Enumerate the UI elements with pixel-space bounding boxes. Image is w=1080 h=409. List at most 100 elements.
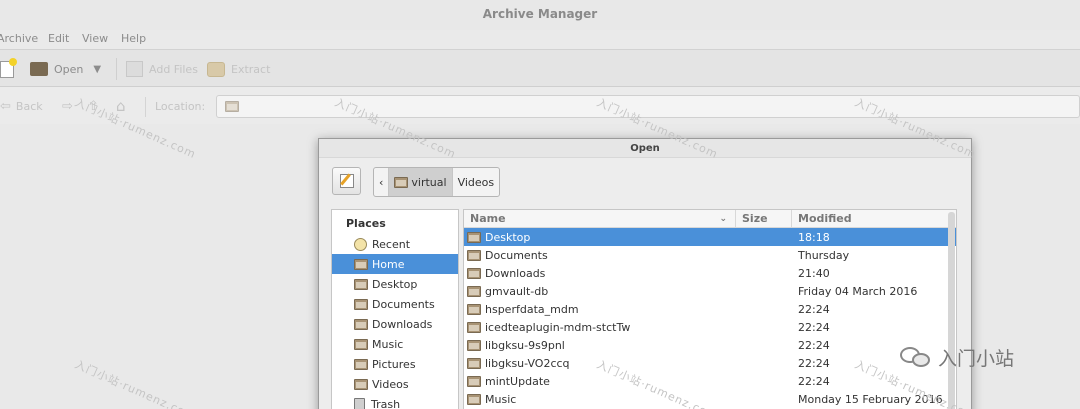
chevron-down-icon[interactable]: ▼ <box>93 64 101 75</box>
file-modified: 22:24 <box>798 302 830 316</box>
file-modified: 21:40 <box>798 266 830 280</box>
open-button[interactable]: Open ▼ <box>30 58 101 80</box>
place-documents[interactable]: Documents <box>332 294 458 314</box>
location-label: Location: <box>155 99 206 113</box>
back-arrow-icon: ⇦ <box>0 98 11 114</box>
forward-arrow-icon: ⇨ <box>62 98 73 114</box>
file-row[interactable]: Documents Thursday <box>464 246 956 264</box>
file-modified: 22:24 <box>798 320 830 334</box>
file-name: gmvault-db <box>485 284 549 298</box>
place-pictures[interactable]: Pictures <box>332 354 458 374</box>
menu-bar: Archive Edit View Help <box>0 30 1080 49</box>
place-music[interactable]: Music <box>332 334 458 354</box>
folder-icon <box>467 375 481 387</box>
column-name[interactable]: Name ⌄ <box>464 210 736 227</box>
extract-button[interactable]: Extract <box>207 58 270 80</box>
chevron-left-icon: ‹ <box>379 175 384 189</box>
place-label: Pictures <box>372 357 416 371</box>
column-size[interactable]: Size <box>736 210 792 227</box>
forward-button[interactable]: ⇨ <box>62 95 73 117</box>
place-label: Trash <box>371 397 401 409</box>
menu-view[interactable]: View <box>82 32 108 45</box>
column-size-label: Size <box>742 212 768 225</box>
path-item-virtual[interactable]: virtual <box>389 168 453 196</box>
new-archive-button[interactable] <box>0 57 17 80</box>
new-document-icon <box>0 57 17 78</box>
folder-icon <box>225 101 239 112</box>
file-modified: 22:24 <box>798 356 830 370</box>
file-modified: 18:18 <box>798 230 830 244</box>
file-name: Desktop <box>485 230 531 244</box>
file-name: Documents <box>485 248 548 262</box>
file-list-scrollbar[interactable] <box>948 212 955 409</box>
wechat-icon <box>900 346 932 369</box>
file-name: icedteaplugin-mdm-stctTw <box>485 320 631 334</box>
watermark-badge: 入门小站 <box>900 344 1014 371</box>
place-label: Documents <box>372 297 435 311</box>
folder-icon <box>354 298 368 310</box>
folder-icon <box>467 339 481 351</box>
path-item-videos[interactable]: Videos <box>453 168 500 196</box>
file-name: hsperfdata_mdm <box>485 302 579 316</box>
place-label: Recent <box>372 237 411 251</box>
file-modified: Thursday <box>798 248 850 262</box>
open-label: Open <box>54 62 84 76</box>
folder-icon <box>354 378 368 390</box>
menu-archive[interactable]: Archive <box>0 32 38 45</box>
clock-icon <box>354 237 367 251</box>
menu-edit[interactable]: Edit <box>48 32 69 45</box>
place-home[interactable]: Home <box>332 254 458 274</box>
trash-icon <box>354 397 365 409</box>
folder-icon <box>467 393 481 405</box>
extract-label: Extract <box>231 62 271 76</box>
file-name: Downloads <box>485 266 546 280</box>
file-row[interactable]: hsperfdata_mdm 22:24 <box>464 300 956 318</box>
folder-icon <box>467 249 481 261</box>
place-label: Desktop <box>372 277 418 291</box>
watermark-badge-text: 入门小站 <box>938 348 1015 370</box>
folder-icon <box>467 357 481 369</box>
window-title: Archive Manager <box>0 0 1080 30</box>
add-files-button[interactable]: Add Files <box>126 58 198 80</box>
column-modified[interactable]: Modified <box>792 210 956 227</box>
folder-icon <box>354 338 368 350</box>
place-downloads[interactable]: Downloads <box>332 314 458 334</box>
file-list-header: Name ⌄ Size Modified <box>464 210 956 228</box>
place-trash[interactable]: Trash <box>332 394 458 409</box>
folder-icon <box>467 321 481 333</box>
folder-icon <box>467 231 481 243</box>
open-archive-icon <box>30 62 48 76</box>
home-folder-icon <box>394 176 409 188</box>
back-button[interactable]: ⇦ Back <box>0 95 43 117</box>
place-recent[interactable]: Recent <box>332 234 458 254</box>
add-files-icon <box>126 61 143 77</box>
column-modified-label: Modified <box>798 212 852 225</box>
type-location-button[interactable] <box>332 167 361 195</box>
file-row[interactable]: Downloads 21:40 <box>464 264 956 282</box>
place-desktop[interactable]: Desktop <box>332 274 458 294</box>
path-back-button[interactable]: ‹ <box>374 168 390 196</box>
file-row[interactable]: icedteaplugin-mdm-stctTw 22:24 <box>464 318 956 336</box>
file-modified: Friday 04 March 2016 <box>798 284 918 298</box>
file-row[interactable]: gmvault-db Friday 04 March 2016 <box>464 282 956 300</box>
place-videos[interactable]: Videos <box>332 374 458 394</box>
file-name: Music <box>485 392 517 406</box>
path-bar: ‹ virtual Videos <box>373 167 501 197</box>
file-name: libgksu-9s9pnl <box>485 338 565 352</box>
location-bar: ⇦ Back ⇨ ⇧ ⌂ Location: <box>0 88 1080 124</box>
folder-icon <box>354 318 368 330</box>
folder-icon <box>467 303 481 315</box>
add-files-label: Add Files <box>149 62 198 76</box>
folder-icon <box>354 358 368 370</box>
sort-chevron-icon: ⌄ <box>719 213 727 224</box>
home-folder-icon <box>354 258 368 270</box>
place-label: Music <box>372 337 404 351</box>
file-row[interactable]: libgksu-9s9pnl 22:24 <box>464 336 956 354</box>
path-label: virtual <box>411 175 447 189</box>
place-label: Downloads <box>372 317 433 331</box>
path-label: Videos <box>457 175 495 189</box>
menu-help[interactable]: Help <box>121 32 146 45</box>
file-modified: 22:24 <box>798 374 830 388</box>
file-row[interactable]: Desktop 18:18 <box>464 228 956 246</box>
file-name: mintUpdate <box>485 374 550 388</box>
